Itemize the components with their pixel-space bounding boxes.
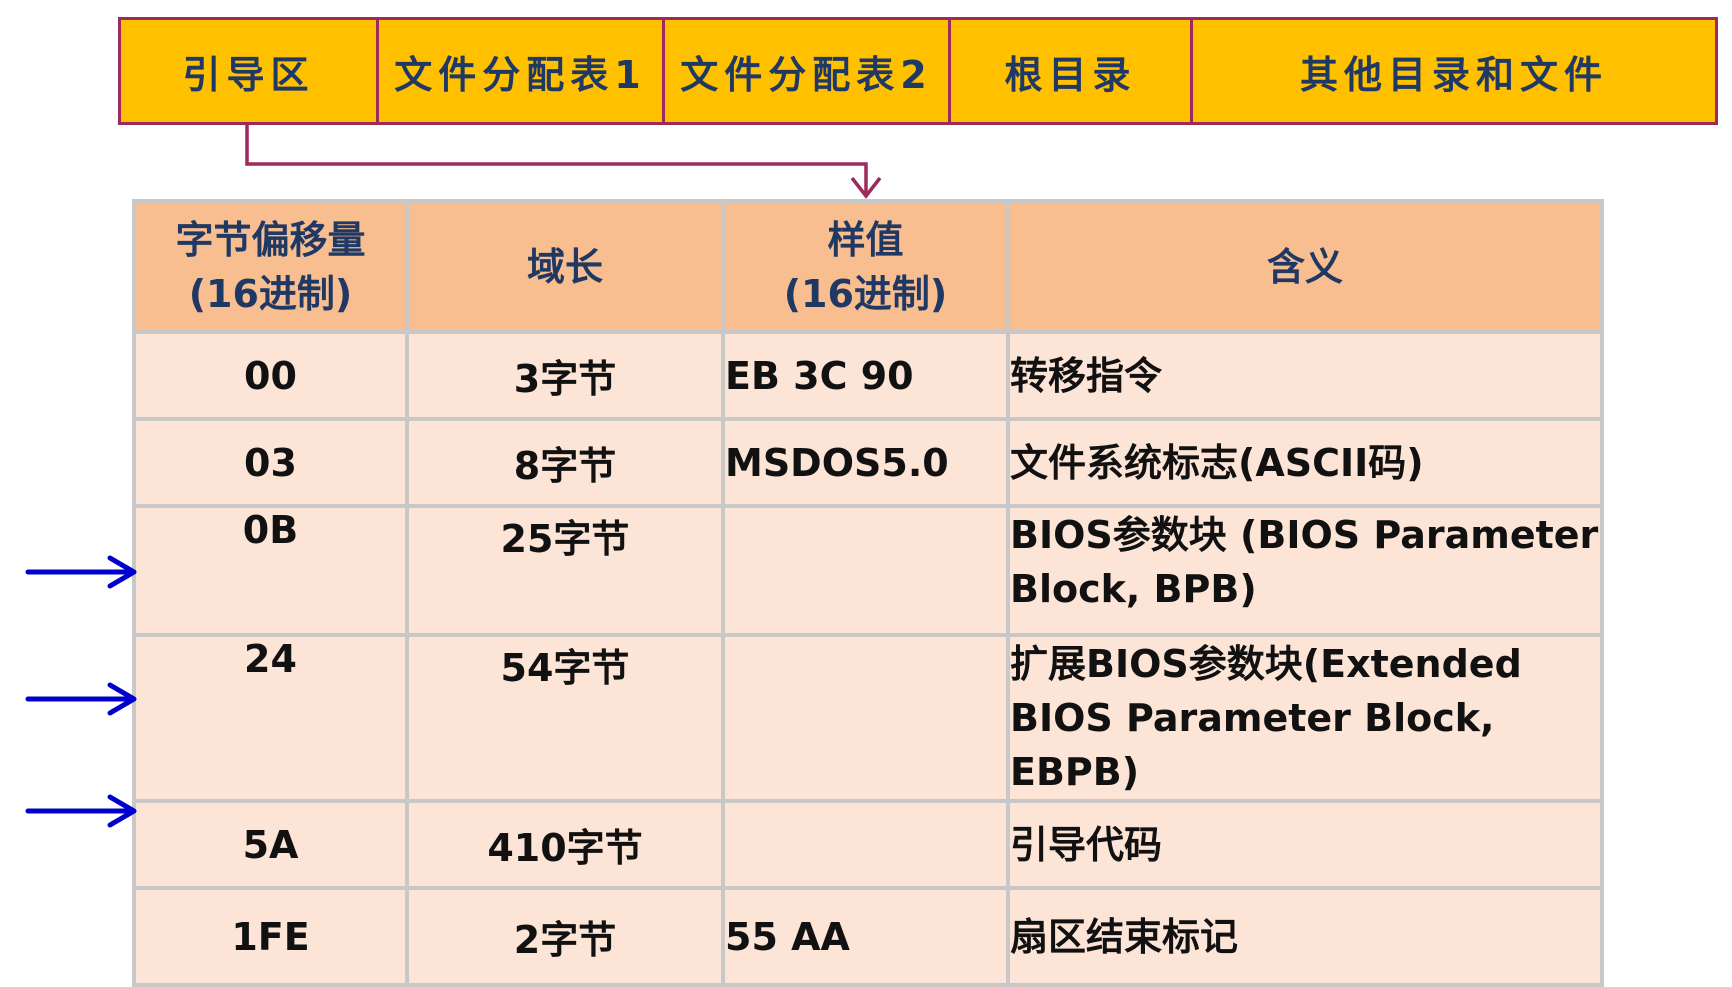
cell-length: 3字节 bbox=[405, 330, 725, 421]
cell-offset: 00 bbox=[132, 330, 409, 421]
cell-offset: 1FE bbox=[132, 886, 409, 987]
arrow-right-icon bbox=[25, 794, 137, 828]
highlight-arrows bbox=[25, 555, 137, 828]
cell-meaning: 引导代码 bbox=[1006, 799, 1604, 890]
cell-length: 8字节 bbox=[405, 417, 725, 508]
cell-length: 25字节 bbox=[405, 504, 725, 637]
arrow-right-icon bbox=[25, 555, 137, 589]
cell-meaning: BIOS参数块 (BIOS Parameter Block, BPB) bbox=[1006, 504, 1604, 637]
table-header-row: 字节偏移量 (16进制) 域长 样值 (16进制) 含义 bbox=[132, 199, 1604, 334]
cell-offset: 5A bbox=[132, 799, 409, 890]
cell-meaning: 扇区结束标记 bbox=[1006, 886, 1604, 987]
cell-length: 2字节 bbox=[405, 886, 725, 987]
cell-offset: 03 bbox=[132, 417, 409, 508]
cell-sample bbox=[721, 504, 1010, 637]
table-row: 24 54字节 扩展BIOS参数块(Extended BIOS Paramete… bbox=[132, 633, 1604, 803]
cell-sample: EB 3C 90 bbox=[721, 330, 1010, 421]
table-row: 03 8字节 MSDOS5.0 文件系统标志(ASCII码) bbox=[132, 417, 1604, 508]
arrow-right-icon bbox=[25, 682, 137, 716]
cell-length: 54字节 bbox=[405, 633, 725, 803]
cell-sample bbox=[721, 799, 1010, 890]
cell-sample: 55 AA bbox=[721, 886, 1010, 987]
cell-sample bbox=[721, 633, 1010, 803]
header-offset: 字节偏移量 (16进制) bbox=[132, 199, 409, 334]
header-length: 域长 bbox=[405, 199, 725, 334]
table-row: 0B 25字节 BIOS参数块 (BIOS Parameter Block, B… bbox=[132, 504, 1604, 637]
cell-offset: 0B bbox=[132, 504, 409, 637]
header-sample: 样值 (16进制) bbox=[721, 199, 1010, 334]
cell-meaning: 文件系统标志(ASCII码) bbox=[1006, 417, 1604, 508]
boot-sector-table: 字节偏移量 (16进制) 域长 样值 (16进制) 含义 00 3字节 EB 3C … bbox=[132, 199, 1604, 987]
cell-meaning: 转移指令 bbox=[1006, 330, 1604, 421]
header-meaning: 含义 bbox=[1006, 199, 1604, 334]
cell-meaning: 扩展BIOS参数块(Extended BIOS Parameter Block,… bbox=[1006, 633, 1604, 803]
table-row: 00 3字节 EB 3C 90 转移指令 bbox=[132, 330, 1604, 421]
table-row: 5A 410字节 引导代码 bbox=[132, 799, 1604, 890]
cell-length: 410字节 bbox=[405, 799, 725, 890]
table-row: 1FE 2字节 55 AA 扇区结束标记 bbox=[132, 886, 1604, 987]
cell-offset: 24 bbox=[132, 633, 409, 803]
cell-sample: MSDOS5.0 bbox=[721, 417, 1010, 508]
